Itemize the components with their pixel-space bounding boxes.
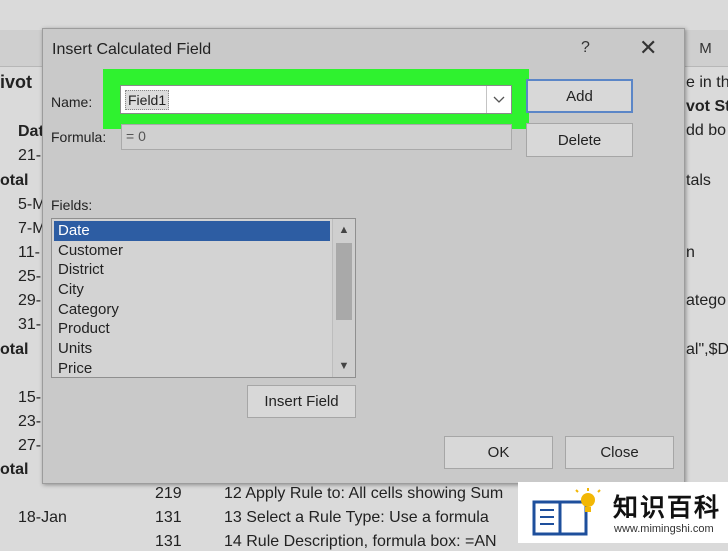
book-lightbulb-icon [532,488,601,536]
cell-left[interactable]: otal [0,461,28,479]
add-button-label: Add [566,87,593,105]
list-item[interactable]: City [54,280,355,300]
cell-left[interactable]: otal [0,172,28,190]
cell-left[interactable]: ivot [0,72,32,93]
close-button-label: Close [600,444,639,461]
formula-input[interactable]: = 0 [121,124,512,150]
cell-left[interactable]: 31- [18,316,41,334]
name-label: Name: [51,94,93,110]
column-header-label: M [699,39,712,57]
list-item[interactable]: Product [54,319,355,339]
cell-right[interactable]: e in th [686,74,728,92]
fields-listbox[interactable]: Date Customer District City Category Pro… [51,218,356,378]
cell-left[interactable]: otal [0,341,28,359]
ok-button[interactable]: OK [444,436,553,469]
scroll-down-icon[interactable]: ▼ [333,357,355,375]
formula-label: Formula: [51,129,107,145]
add-button[interactable]: Add [526,79,633,113]
cell-value[interactable]: 219 [155,485,182,503]
insert-field-button[interactable]: Insert Field [247,385,356,418]
cell-right[interactable]: atego [686,292,726,310]
watermark: 知识百科 www.mimingshi.com [518,482,728,543]
fields-label: Fields: [51,197,93,213]
delete-button-label: Delete [557,131,602,149]
scroll-thumb[interactable] [336,243,352,320]
chevron-down-icon[interactable] [486,86,511,113]
scroll-up-icon[interactable]: ▲ [333,221,355,239]
help-button[interactable]: ? [581,39,590,57]
close-button[interactable]: Close [565,436,674,469]
cell-right[interactable]: tals [686,172,711,190]
listbox-scrollbar[interactable]: ▲ ▼ [332,219,355,377]
cell-right[interactable]: vot Sty [686,98,728,116]
cell-step[interactable]: 14 Rule Description, formula box: =AN [224,533,497,551]
dialog-title: Insert Calculated Field [52,41,212,58]
cell-step[interactable]: 13 Select a Rule Type: Use a formula [224,509,489,527]
cell-right[interactable]: al",$D7 [686,341,728,359]
name-input-value[interactable]: Field1 [125,90,170,110]
close-icon[interactable]: ✕ [639,35,657,61]
list-item[interactable]: Price [54,359,355,377]
ok-button-label: OK [487,444,510,461]
column-header-M[interactable]: M [683,30,728,67]
list-item[interactable]: District [54,260,355,280]
cell-left[interactable]: 21- [18,147,41,165]
cell-left[interactable]: 25- [18,268,41,286]
cell-left[interactable]: Dat [18,123,44,141]
cell-left[interactable]: 27- [18,437,41,455]
cell-step[interactable]: 12 Apply Rule to: All cells showing Sum [224,485,503,503]
cell-left[interactable]: 15- [18,389,41,407]
name-combobox[interactable]: Field1 [120,85,512,114]
cell-value[interactable]: 131 [155,509,182,527]
cell-left[interactable]: 18-Jan [18,509,67,527]
cell-right[interactable]: dd bo [686,122,726,140]
list-item[interactable]: Date [54,221,330,241]
delete-button[interactable]: Delete [526,123,633,157]
list-item[interactable]: Customer [54,241,355,261]
list-item[interactable]: Category [54,300,355,320]
cell-left[interactable]: 29- [18,292,41,310]
cell-left[interactable]: 11- [18,244,40,262]
watermark-text: 知识百科 [613,494,722,522]
cell-right[interactable]: n [686,244,695,262]
watermark-url: www.mimingshi.com [614,523,714,535]
list-item[interactable]: Units [54,339,355,359]
cell-value[interactable]: 131 [155,533,182,551]
cell-left[interactable]: 23- [18,413,41,431]
insert-field-label: Insert Field [264,393,339,410]
